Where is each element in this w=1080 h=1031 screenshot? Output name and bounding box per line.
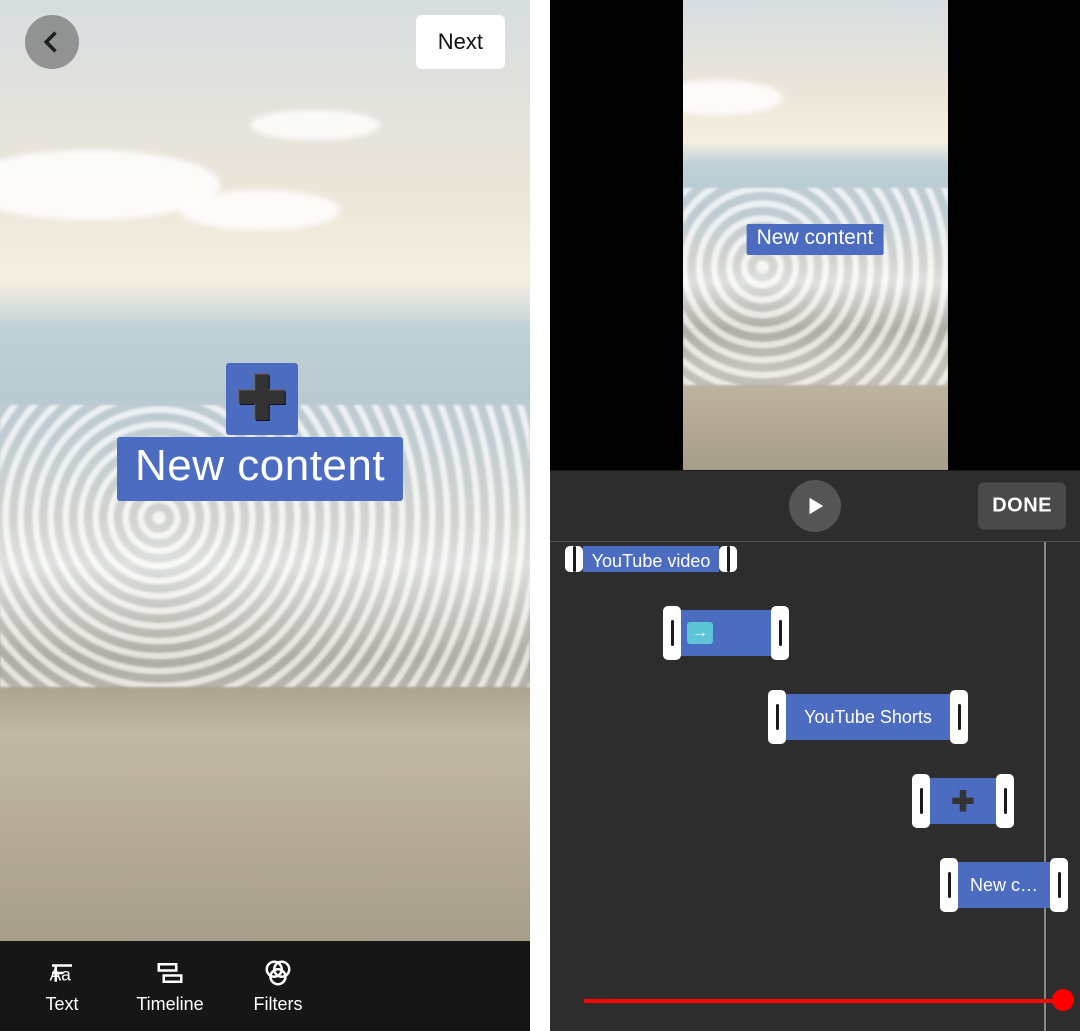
- clip-label: New c…: [970, 875, 1038, 896]
- arrow-right-icon: →: [687, 622, 713, 644]
- next-button-label: Next: [438, 29, 483, 55]
- clip-label: YouTube video: [592, 551, 711, 572]
- timeline-clip[interactable]: YouTube video: [565, 546, 737, 572]
- clip-body[interactable]: New c…: [958, 862, 1050, 908]
- tool-label: Timeline: [136, 994, 203, 1015]
- app-root: Next ✚ New content Aa Text Timeline Filt…: [0, 0, 1080, 1031]
- tool-label: Text: [45, 994, 78, 1015]
- tool-label: Filters: [254, 994, 303, 1015]
- clip-handle-right[interactable]: [719, 546, 737, 572]
- timeline-clip[interactable]: New c…: [940, 858, 1068, 912]
- clip-handle-left[interactable]: [940, 858, 958, 912]
- wave-foam: [683, 188, 948, 385]
- bottom-toolbar: Aa Text Timeline Filters: [0, 941, 530, 1031]
- clip-handle-right[interactable]: [1050, 858, 1068, 912]
- overlay-text-mini: New content: [747, 224, 884, 255]
- overlay-text-mini-content: New content: [757, 226, 874, 249]
- done-button[interactable]: DONE: [978, 483, 1066, 530]
- mini-video-preview[interactable]: New content: [683, 0, 948, 470]
- video-preview[interactable]: Next ✚ New content: [0, 0, 530, 941]
- mini-preview-wrap: New content: [550, 0, 1080, 470]
- arrow-left-icon: [38, 28, 66, 56]
- playback-controls: DONE: [550, 470, 1080, 542]
- clip-label: YouTube Shorts: [804, 707, 932, 728]
- tool-timeline[interactable]: Timeline: [134, 958, 206, 1015]
- timeline-clip[interactable]: ✚: [912, 774, 1014, 828]
- tool-text[interactable]: Aa Text: [26, 958, 98, 1015]
- play-button[interactable]: [789, 480, 841, 532]
- clip-handle-right[interactable]: [950, 690, 968, 744]
- editor-preview-panel: Next ✚ New content Aa Text Timeline Filt…: [0, 0, 530, 1031]
- clip-handle-left[interactable]: [663, 606, 681, 660]
- play-icon: [804, 495, 826, 517]
- clip-body[interactable]: YouTube Shorts: [786, 694, 950, 740]
- playhead[interactable]: [1044, 542, 1046, 1031]
- scrub-handle[interactable]: [1052, 989, 1074, 1011]
- svg-text:Aa: Aa: [50, 964, 72, 984]
- text-icon: Aa: [47, 958, 77, 988]
- back-button[interactable]: [25, 15, 79, 69]
- timeline-editor-panel: New content DONE YouTube video → YouTube S…: [550, 0, 1080, 1031]
- clip-handle-right[interactable]: [771, 606, 789, 660]
- timeline-clip[interactable]: YouTube Shorts: [768, 690, 968, 744]
- clip-handle-left[interactable]: [565, 546, 583, 572]
- timeline-icon: [155, 958, 185, 988]
- plus-icon: ✚: [951, 785, 974, 818]
- clip-handle-left[interactable]: [768, 690, 786, 744]
- clip-body[interactable]: →: [681, 610, 771, 656]
- overlay-sticker-plus[interactable]: ✚: [226, 363, 298, 435]
- cloud-decoration: [250, 110, 380, 140]
- overlay-text-label[interactable]: New content: [117, 437, 403, 501]
- overlay-text-content: New content: [135, 441, 385, 490]
- tool-filters[interactable]: Filters: [242, 958, 314, 1015]
- filters-icon: [263, 958, 293, 988]
- clip-handle-left[interactable]: [912, 774, 930, 828]
- panel-divider: [530, 0, 550, 1031]
- clip-body[interactable]: ✚: [930, 778, 996, 824]
- next-button[interactable]: Next: [416, 15, 505, 69]
- clip-body[interactable]: YouTube video: [583, 546, 719, 572]
- plus-icon: ✚: [237, 369, 287, 429]
- timeline-clip[interactable]: →: [663, 606, 789, 660]
- timeline-tracks[interactable]: YouTube video → YouTube Shorts ✚ New c…: [550, 542, 1080, 1031]
- done-button-label: DONE: [992, 495, 1052, 517]
- cloud-decoration: [180, 190, 340, 230]
- scrub-bar[interactable]: [584, 999, 1066, 1003]
- clip-handle-right[interactable]: [996, 774, 1014, 828]
